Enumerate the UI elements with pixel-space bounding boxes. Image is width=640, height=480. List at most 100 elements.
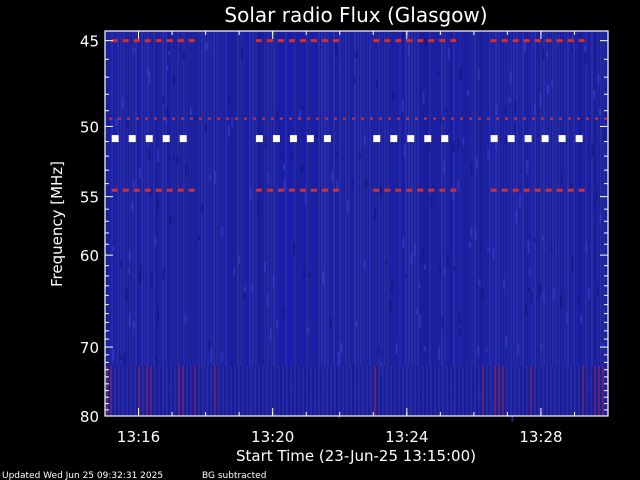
band-mark [417, 39, 424, 43]
band-mark [450, 39, 457, 43]
band-mark [523, 117, 526, 120]
band-mark [487, 117, 490, 120]
band-mark [111, 188, 118, 192]
updated-timestamp: Updated Wed Jun 25 09:32:31 2025 [2, 471, 163, 480]
band-mark [332, 39, 339, 43]
x-tick-label: 13:20 [251, 428, 294, 446]
y-tick-label: 70 [80, 339, 99, 357]
band-mark [122, 188, 129, 192]
band-mark [407, 135, 415, 143]
x-axis-label: Start Time (23-Jun-25 13:15:00) [236, 447, 476, 465]
band-mark [428, 188, 435, 192]
y-tick-label: 50 [80, 118, 99, 136]
band-mark [144, 188, 151, 192]
band-mark [145, 117, 148, 120]
band-mark [177, 39, 184, 43]
band-mark [501, 188, 508, 192]
band-mark [145, 135, 153, 143]
band-mark [373, 39, 380, 43]
band-mark [288, 188, 295, 192]
band-mark [532, 117, 535, 120]
band-mark [558, 135, 566, 143]
band-mark [397, 117, 400, 120]
band-mark [271, 117, 274, 120]
band-mark [424, 117, 427, 120]
band-mark [162, 135, 170, 143]
band-mark [133, 188, 140, 192]
band-mark [395, 39, 402, 43]
band-mark [505, 117, 508, 120]
y-axis-label: Frequency [MHz] [48, 161, 66, 287]
band-mark [451, 117, 454, 120]
band-mark [541, 135, 549, 143]
band-mark [226, 117, 229, 120]
band-mark [406, 188, 413, 192]
solar-radio-spectrogram: Solar radio Flux (Glasgow) 455055607080 … [2, 3, 609, 480]
band-mark [373, 135, 381, 143]
band-mark [321, 39, 328, 43]
band-mark [253, 117, 256, 120]
band-mark [154, 117, 157, 120]
band-mark [442, 117, 445, 120]
band-mark [307, 117, 310, 120]
band-mark [450, 188, 457, 192]
band-mark [280, 117, 283, 120]
band-mark [507, 135, 515, 143]
band-mark [390, 135, 398, 143]
band-mark [433, 117, 436, 120]
band-mark [179, 135, 187, 143]
band-mark [586, 117, 589, 120]
band-mark [534, 39, 541, 43]
band-mark [172, 117, 175, 120]
band-mark [266, 39, 273, 43]
band-mark [316, 117, 319, 120]
band-mark [177, 188, 184, 192]
band-mark [460, 117, 463, 120]
band-mark [166, 39, 173, 43]
band-mark [289, 135, 297, 143]
band-mark [321, 188, 328, 192]
band-mark [352, 117, 355, 120]
band-mark [217, 117, 220, 120]
band-mark [406, 117, 409, 120]
band-mark [325, 117, 328, 120]
band-mark [136, 117, 139, 120]
band-mark [379, 117, 382, 120]
y-tick-label: 55 [80, 189, 99, 207]
band-mark [310, 39, 317, 43]
y-tick-label: 45 [80, 33, 99, 51]
band-mark [199, 117, 202, 120]
band-mark [567, 188, 574, 192]
band-mark [208, 117, 211, 120]
band-mark [128, 135, 136, 143]
band-mark [262, 117, 265, 120]
band-mark [545, 188, 552, 192]
band-mark [127, 117, 130, 120]
band-mark [166, 188, 173, 192]
band-mark [534, 188, 541, 192]
band-mark [439, 39, 446, 43]
band-mark [478, 117, 481, 120]
band-mark [490, 188, 497, 192]
band-mark [289, 117, 292, 120]
plot-area [104, 30, 609, 422]
band-mark [490, 39, 497, 43]
band-mark [155, 188, 162, 192]
band-mark [190, 117, 193, 120]
x-tick-label: 13:28 [519, 428, 562, 446]
band-mark [255, 188, 262, 192]
band-mark [559, 117, 562, 120]
band-mark [395, 188, 402, 192]
band-mark [343, 117, 346, 120]
band-mark [550, 117, 553, 120]
band-mark [501, 39, 508, 43]
band-mark [277, 39, 284, 43]
band-mark [604, 117, 607, 120]
band-mark [306, 135, 314, 143]
band-mark [272, 135, 280, 143]
band-mark [514, 117, 517, 120]
band-mark [334, 117, 337, 120]
band-mark [575, 135, 583, 143]
band-mark [567, 39, 574, 43]
band-mark [133, 39, 140, 43]
